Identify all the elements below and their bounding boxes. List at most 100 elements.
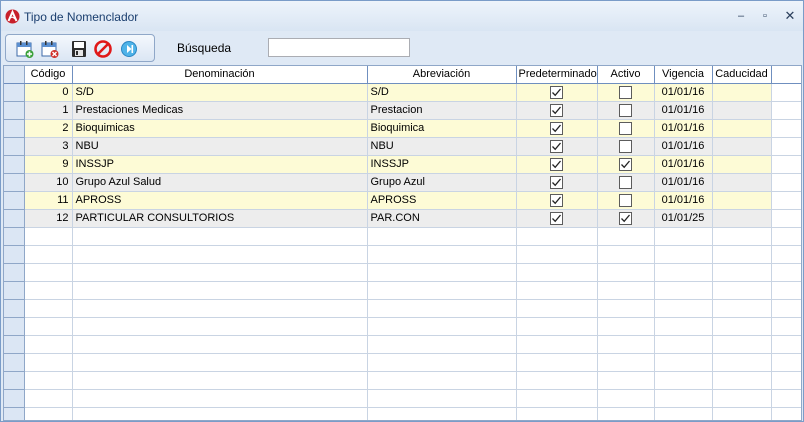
cell-denominacion[interactable]: INSSJP (72, 155, 368, 174)
cell-abreviacion[interactable]: APROSS (367, 191, 517, 210)
cell-predeterminado[interactable] (516, 209, 598, 228)
cell-predeterminado[interactable] (516, 173, 598, 192)
column-header-activo[interactable]: Activo (597, 66, 655, 84)
cell-activo[interactable] (597, 137, 655, 156)
cell-caducidad[interactable] (712, 83, 772, 102)
cell-denominacion[interactable]: S/D (72, 83, 368, 102)
cell-caducidad[interactable] (712, 155, 772, 174)
cell-abreviacion[interactable]: S/D (367, 83, 517, 102)
cell-denominacion[interactable]: NBU (72, 137, 368, 156)
predeterminado-checkbox[interactable] (550, 139, 563, 153)
activo-checkbox[interactable] (619, 85, 632, 99)
cell-predeterminado[interactable] (516, 191, 598, 210)
column-header-caducidad[interactable]: Caducidad (712, 66, 772, 84)
delete-record-icon[interactable] (40, 39, 60, 59)
cell-predeterminado[interactable] (516, 137, 598, 156)
cell-codigo[interactable]: 12 (24, 209, 73, 228)
row-selector[interactable] (4, 209, 25, 228)
cell-activo[interactable] (597, 119, 655, 138)
cell-activo[interactable] (597, 155, 655, 174)
title-bar[interactable]: Tipo de Nomenclador – ▫ ✕ (1, 1, 803, 31)
cell-abreviacion[interactable]: INSSJP (367, 155, 517, 174)
column-header-denominacion[interactable]: Denominación (72, 66, 368, 84)
cell-caducidad[interactable] (712, 191, 772, 210)
cell-denominacion[interactable]: Prestaciones Medicas (72, 101, 368, 120)
row-selector-header[interactable] (4, 66, 25, 84)
cell-predeterminado[interactable] (516, 119, 598, 138)
activo-checkbox[interactable] (619, 121, 632, 135)
predeterminado-checkbox[interactable] (550, 121, 563, 135)
cell-codigo[interactable]: 1 (24, 101, 73, 120)
cancel-icon[interactable] (93, 39, 113, 59)
table-row[interactable]: 1 Prestaciones Medicas Prestacion 01/01/16 (4, 101, 801, 120)
cell-predeterminado[interactable] (516, 155, 598, 174)
cell-vigencia[interactable]: 01/01/16 (654, 101, 713, 120)
table-row[interactable]: 10 Grupo Azul Salud Grupo Azul 01/01/16 (4, 173, 801, 192)
activo-checkbox[interactable] (619, 193, 632, 207)
activo-checkbox[interactable] (619, 211, 632, 225)
cell-caducidad[interactable] (712, 119, 772, 138)
cell-codigo[interactable]: 0 (24, 83, 73, 102)
cell-codigo[interactable]: 3 (24, 137, 73, 156)
cell-abreviacion[interactable]: PAR.CON (367, 209, 517, 228)
cell-vigencia[interactable]: 01/01/25 (654, 209, 713, 228)
close-icon[interactable]: ✕ (782, 8, 798, 24)
row-selector[interactable] (4, 101, 25, 120)
cell-codigo[interactable]: 9 (24, 155, 73, 174)
cell-vigencia[interactable]: 01/01/16 (654, 173, 713, 192)
activo-checkbox[interactable] (619, 175, 632, 189)
predeterminado-checkbox[interactable] (550, 193, 563, 207)
cell-caducidad[interactable] (712, 173, 772, 192)
cell-vigencia[interactable]: 01/01/16 (654, 155, 713, 174)
cell-activo[interactable] (597, 209, 655, 228)
cell-codigo[interactable]: 11 (24, 191, 73, 210)
cell-abreviacion[interactable]: NBU (367, 137, 517, 156)
cell-predeterminado[interactable] (516, 101, 598, 120)
activo-checkbox[interactable] (619, 103, 632, 117)
row-selector[interactable] (4, 119, 25, 138)
table-row[interactable]: 2 Bioquimicas Bioquimica 01/01/16 (4, 119, 801, 138)
cell-activo[interactable] (597, 83, 655, 102)
table-row[interactable]: 12 PARTICULAR CONSULTORIOS PAR.CON 01/01/25 (4, 209, 801, 228)
cell-denominacion[interactable]: APROSS (72, 191, 368, 210)
table-row[interactable]: 3 NBU NBU 01/01/16 (4, 137, 801, 156)
row-selector[interactable] (4, 137, 25, 156)
predeterminado-checkbox[interactable] (550, 175, 563, 189)
predeterminado-checkbox[interactable] (550, 85, 563, 99)
search-input[interactable] (268, 38, 410, 57)
table-row[interactable]: 0 S/D S/D 01/01/16 (4, 83, 801, 102)
cell-caducidad[interactable] (712, 101, 772, 120)
cell-activo[interactable] (597, 101, 655, 120)
cell-codigo[interactable]: 2 (24, 119, 73, 138)
cell-denominacion[interactable]: Bioquimicas (72, 119, 368, 138)
cell-vigencia[interactable]: 01/01/16 (654, 83, 713, 102)
cell-caducidad[interactable] (712, 209, 772, 228)
column-header-abreviacion[interactable]: Abreviación (367, 66, 517, 84)
cell-denominacion[interactable]: Grupo Azul Salud (72, 173, 368, 192)
predeterminado-checkbox[interactable] (550, 103, 563, 117)
cell-denominacion[interactable]: PARTICULAR CONSULTORIOS (72, 209, 368, 228)
column-header-codigo[interactable]: Código (24, 66, 73, 84)
row-selector[interactable] (4, 83, 25, 102)
new-record-icon[interactable] (15, 39, 35, 59)
table-row[interactable]: 9 INSSJP INSSJP 01/01/16 (4, 155, 801, 174)
cell-activo[interactable] (597, 191, 655, 210)
column-header-predeterminado[interactable]: Predeterminado (516, 66, 598, 84)
row-selector[interactable] (4, 173, 25, 192)
cell-abreviacion[interactable]: Grupo Azul (367, 173, 517, 192)
cell-predeterminado[interactable] (516, 83, 598, 102)
cell-codigo[interactable]: 10 (24, 173, 73, 192)
activo-checkbox[interactable] (619, 157, 632, 171)
exit-icon[interactable] (119, 39, 139, 59)
cell-activo[interactable] (597, 173, 655, 192)
activo-checkbox[interactable] (619, 139, 632, 153)
cell-caducidad[interactable] (712, 137, 772, 156)
cell-abreviacion[interactable]: Prestacion (367, 101, 517, 120)
row-selector[interactable] (4, 191, 25, 210)
predeterminado-checkbox[interactable] (550, 211, 563, 225)
predeterminado-checkbox[interactable] (550, 157, 563, 171)
table-row[interactable]: 11 APROSS APROSS 01/01/16 (4, 191, 801, 210)
cell-vigencia[interactable]: 01/01/16 (654, 119, 713, 138)
column-header-vigencia[interactable]: Vigencia (654, 66, 713, 84)
cell-vigencia[interactable]: 01/01/16 (654, 137, 713, 156)
